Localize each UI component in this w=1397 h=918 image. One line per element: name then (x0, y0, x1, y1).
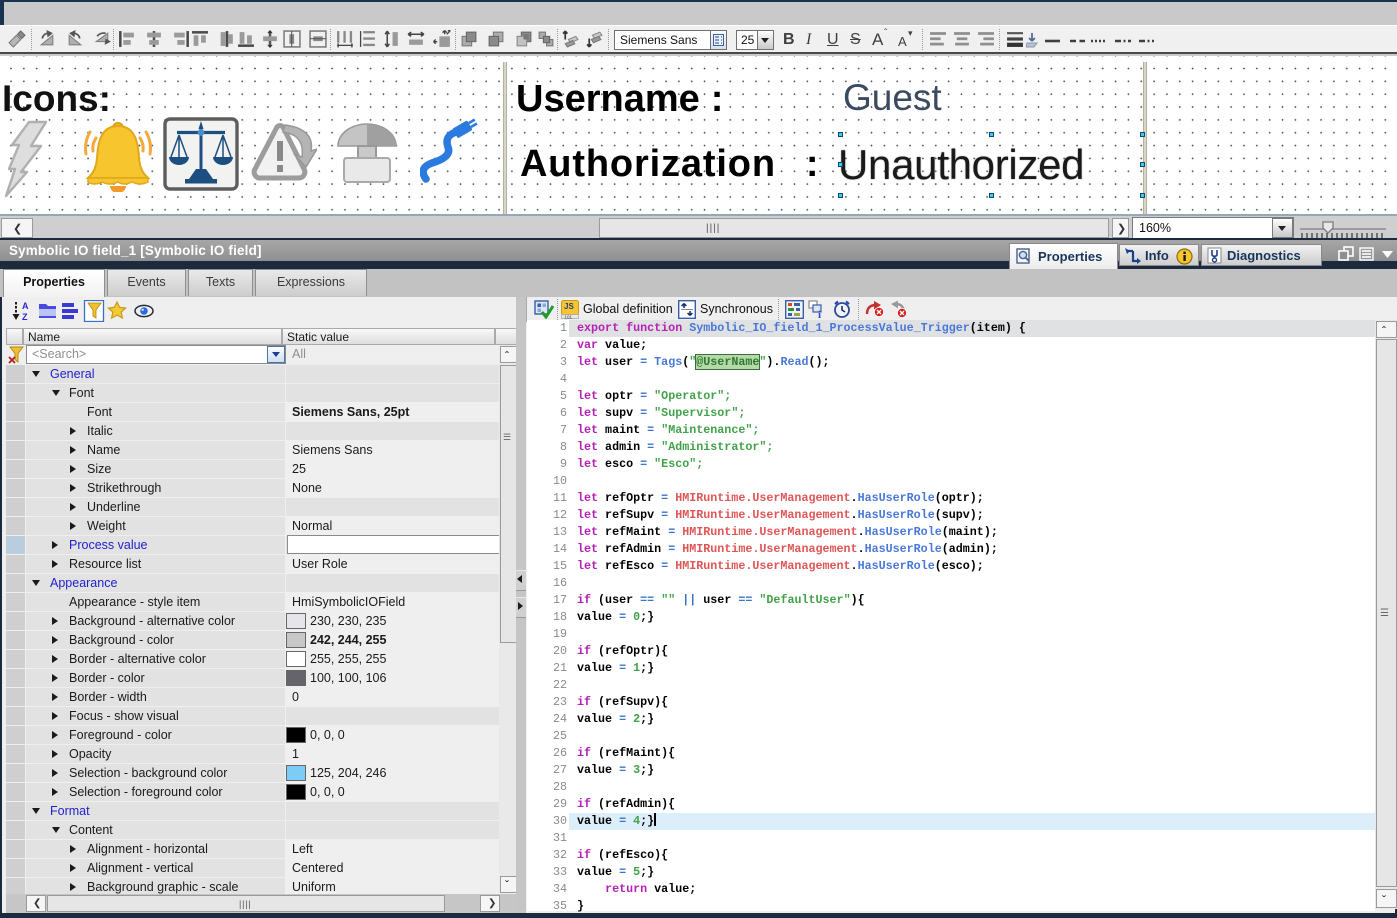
svg-text:101: 101 (564, 314, 572, 319)
svg-text:Z: Z (22, 312, 28, 322)
svg-text:i: i (818, 309, 821, 319)
svg-text:JS: JS (564, 302, 574, 311)
svg-text:A: A (22, 301, 29, 311)
